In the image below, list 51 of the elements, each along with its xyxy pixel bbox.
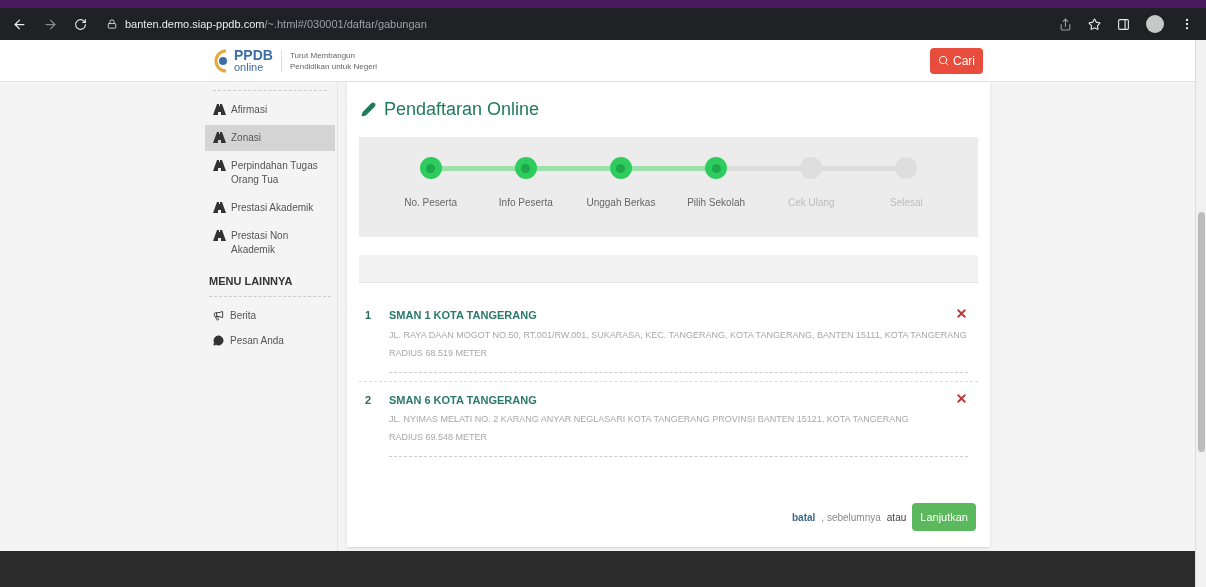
sidebar-item[interactable]: Zonasi	[205, 125, 335, 151]
sidebar-item[interactable]: Afirmasi	[205, 97, 335, 123]
logo-subtext: online	[234, 60, 265, 73]
school-radius: RADIUS 69.548 METER	[389, 431, 489, 444]
sidebar-link[interactable]: Pesan Anda	[205, 327, 335, 353]
forward-icon[interactable]	[43, 16, 58, 32]
sidebar-link[interactable]: Berita	[205, 302, 335, 328]
star-icon[interactable]	[1088, 17, 1101, 31]
section-title: MENU LAINNYA	[208, 274, 294, 289]
school-address: JL. RAYA DAAN MOGOT NO.50, RT.001/RW.001, SUKARASA, KEC. TANGERANG, KOTA TANGERANG, BANTEN 15111, KOTA TANGERANG	[389, 328, 968, 342]
step-label: No. Peserta	[404, 196, 457, 210]
lock-icon	[107, 19, 117, 29]
remove-icon[interactable]	[955, 307, 968, 320]
reload-icon[interactable]	[74, 17, 87, 31]
share-icon[interactable]	[1059, 17, 1072, 31]
row-number: 2	[365, 392, 373, 408]
school-name: SMAN 6 KOTA TANGERANG	[389, 392, 537, 408]
road-icon	[213, 160, 226, 171]
tagline-text: Turut Membangun	[289, 49, 356, 61]
step-label: Info Peserta	[498, 196, 553, 210]
search-button[interactable]: Cari	[930, 47, 983, 74]
sidebar-item[interactable]: Prestasi Non Akademik	[205, 223, 335, 263]
side-panel-icon[interactable]	[1117, 17, 1130, 31]
back-icon[interactable]	[12, 16, 27, 32]
row-number: 1	[365, 308, 373, 323]
step-label: Unggah Berkas	[586, 196, 656, 210]
or-text: atau	[886, 510, 907, 525]
tagline-text: Pendidikan untuk Negeri	[289, 60, 378, 72]
pencil-icon	[361, 102, 376, 117]
sidebar-item[interactable]: Prestasi Akademik	[205, 195, 335, 221]
url-text: banten.demo.siap-ppdb.com/~.html#/030001/daftar/gabungan	[125, 16, 427, 32]
search-icon	[938, 55, 949, 66]
school-radius: RADIUS 68.519 METER	[389, 346, 489, 360]
logo-icon	[214, 47, 230, 74]
step-label: Pilih Sekolah	[687, 196, 745, 210]
remove-icon[interactable]	[955, 391, 968, 405]
road-icon	[213, 104, 226, 115]
road-icon	[213, 202, 226, 213]
school-address: JL. NYIMAS MELATI NO. 2 KARANG ANYAR NEGLASARI KOTA TANGERANG PROVINSI BANTEN 15121, KOTA TANGERANG	[389, 413, 910, 426]
road-icon	[213, 230, 226, 241]
school-name: SMAN 1 KOTA TANGERANG	[389, 308, 537, 323]
sidebar-item[interactable]: Perpindahan Tugas Orang Tua	[205, 153, 335, 193]
cancel-link[interactable]: batal	[792, 509, 816, 525]
logo-text: PPDB	[234, 48, 273, 61]
chat-bubble-icon	[213, 334, 224, 346]
profile-avatar[interactable]	[1146, 15, 1164, 33]
scrollbar-thumb[interactable]	[1197, 212, 1205, 452]
megaphone-icon	[213, 309, 224, 321]
road-icon	[213, 132, 226, 143]
previous-link[interactable]: , sebelumnya	[821, 509, 881, 525]
page-title: Pendaftaran Online	[384, 98, 540, 121]
